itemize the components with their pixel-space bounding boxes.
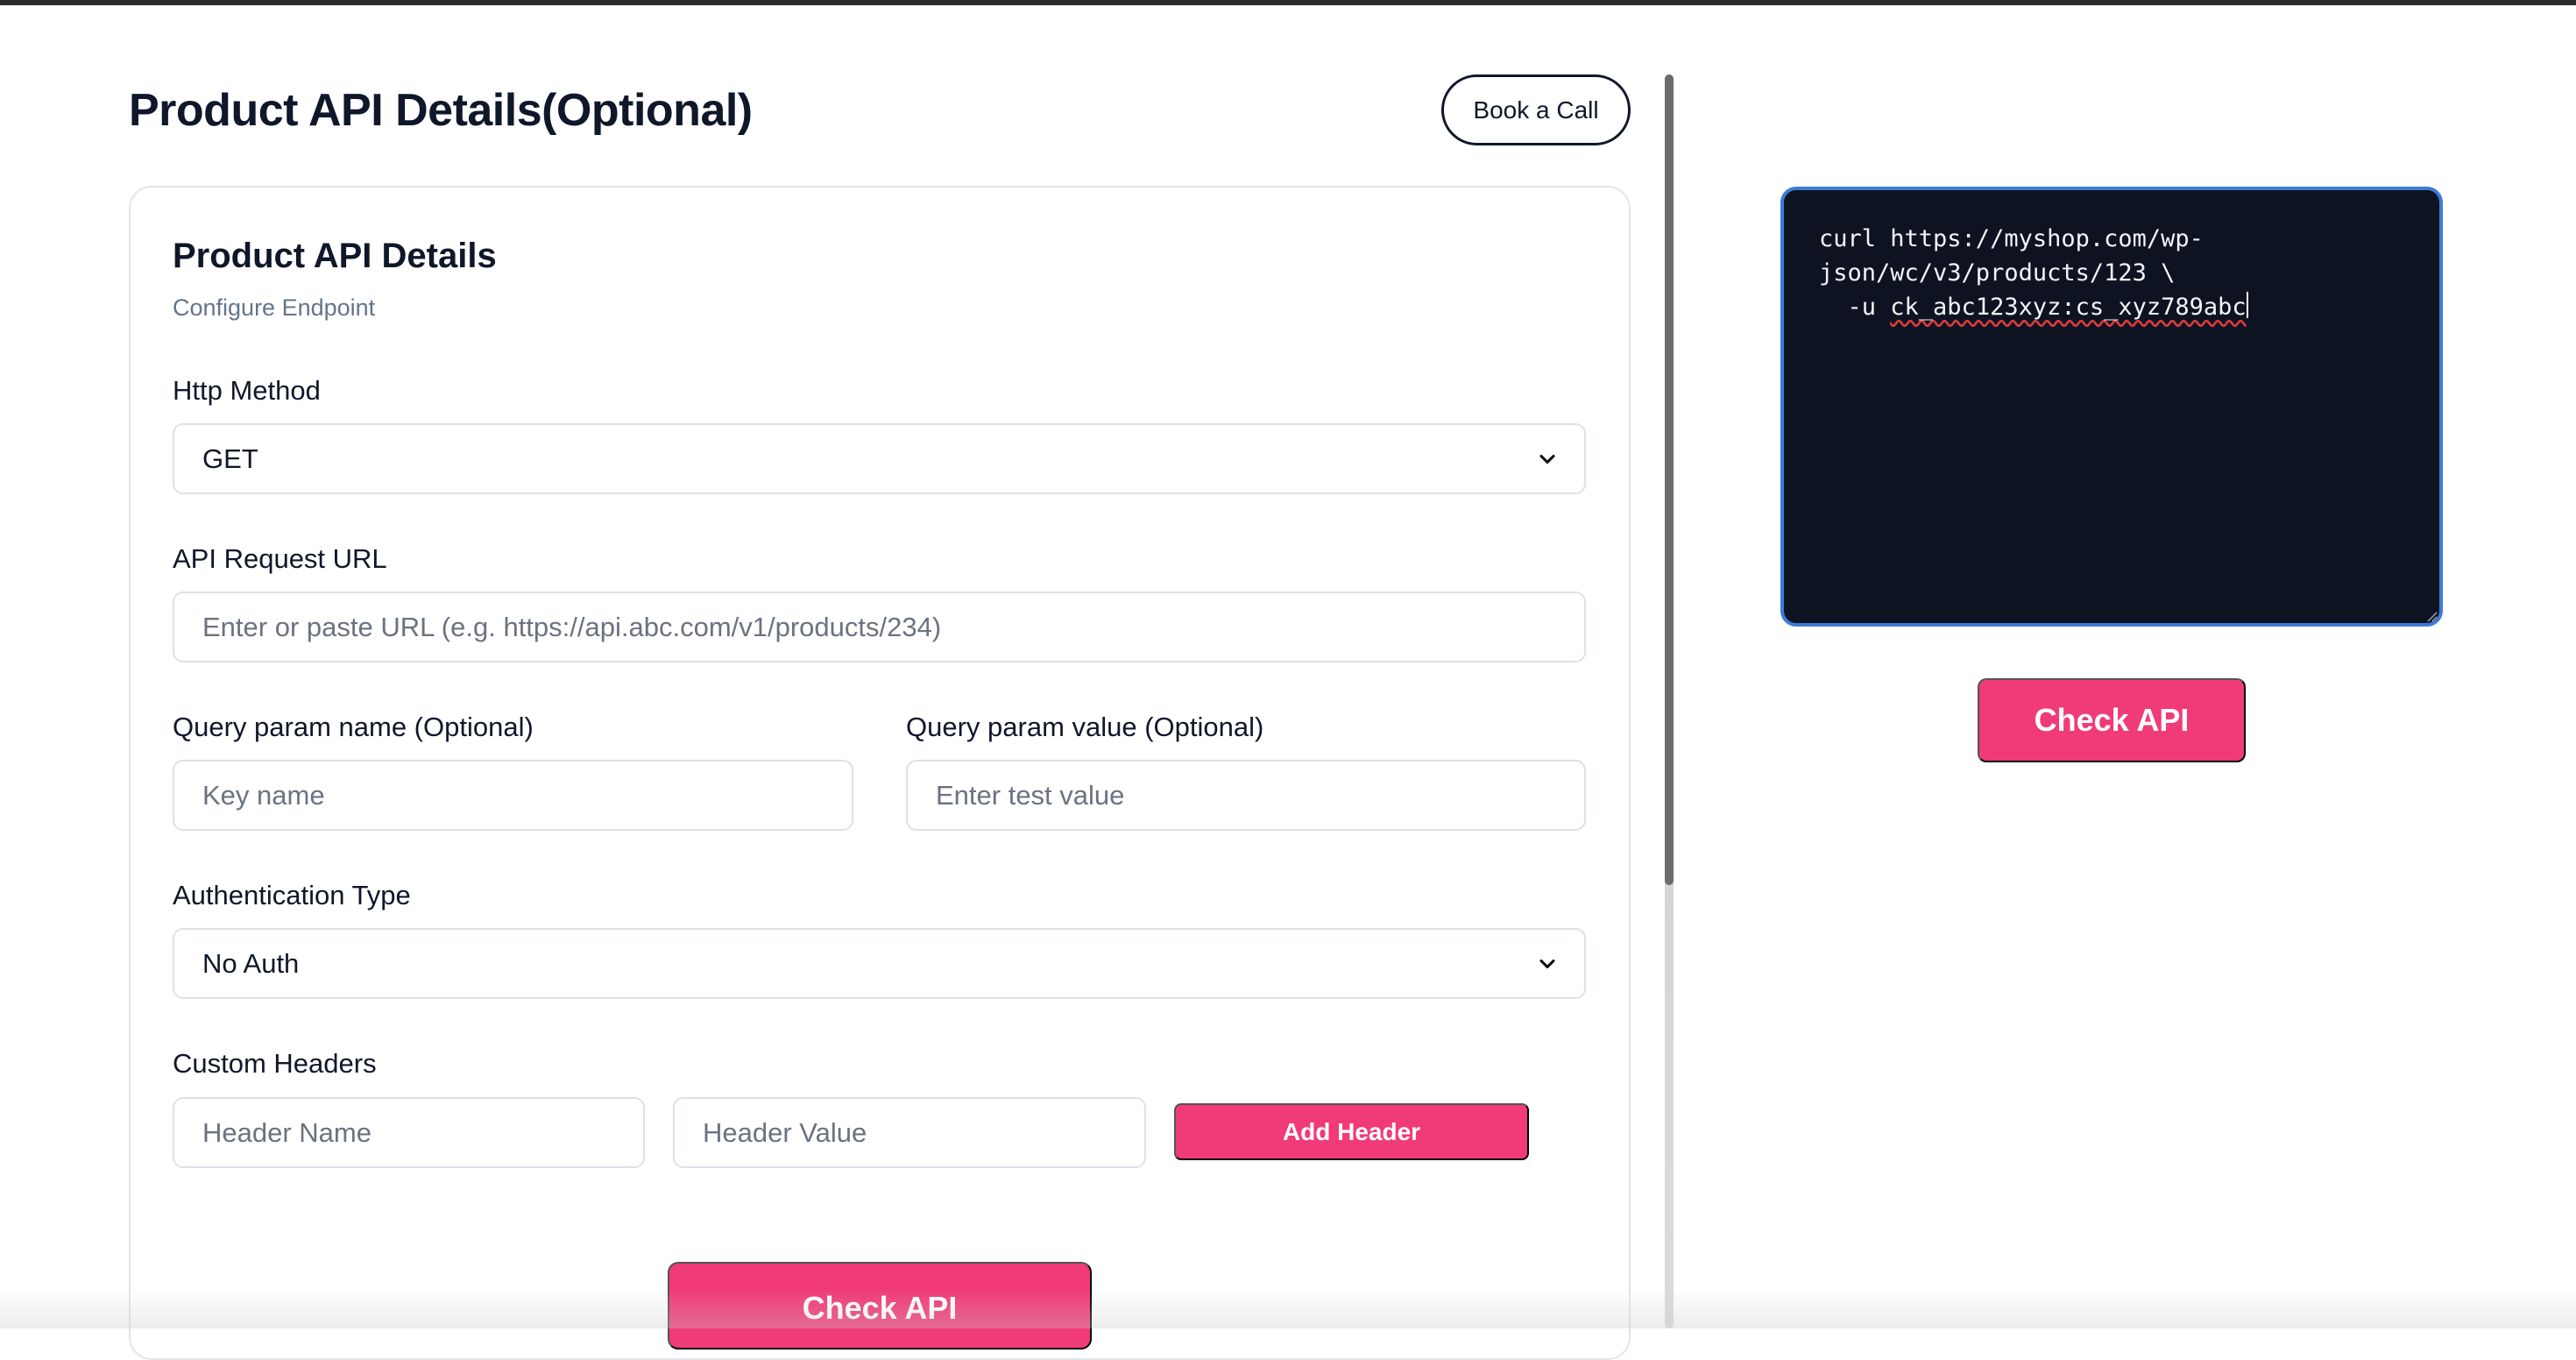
query-name-placeholder: Key name [202,779,325,811]
query-name-input[interactable]: Key name [173,760,853,831]
http-method-label: Http Method [173,375,321,406]
http-method-value: GET [202,443,258,474]
query-value-input[interactable]: Enter test value [906,760,1586,831]
http-method-select[interactable]: GET [173,423,1586,494]
chevron-down-icon [1539,959,1555,968]
card-title: Product API Details [173,237,497,275]
check-api-button[interactable]: Check API [668,1262,1092,1349]
check-api-side-button[interactable]: Check API [1978,678,2246,762]
curl-line-1: curl https://myshop.com/wp- [1819,225,2204,252]
header-name-input[interactable]: Header Name [173,1097,645,1168]
card-subtitle: Configure Endpoint [173,294,376,321]
header-name-placeholder: Header Name [202,1116,372,1148]
header-value-placeholder: Header Value [703,1116,867,1148]
request-url-label: API Request URL [173,543,387,574]
auth-type-select[interactable]: No Auth [173,928,1586,999]
auth-type-label: Authentication Type [173,880,411,910]
add-header-button[interactable]: Add Header [1174,1103,1529,1160]
book-call-button[interactable]: Book a Call [1441,74,1631,145]
scrollbar-thumb[interactable] [1665,74,1674,885]
chevron-down-icon [1539,454,1555,464]
custom-headers-label: Custom Headers [173,1048,377,1079]
curl-credentials-token: ck_abc123xyz:cs_xyz789abc [1890,294,2247,321]
curl-line-3-prefix: -u [1819,294,1891,321]
text-caret [2246,292,2248,318]
header-value-input[interactable]: Header Value [673,1097,1146,1168]
resize-handle-icon[interactable] [2424,608,2438,622]
query-value-label: Query param value (Optional) [906,712,1264,742]
request-url-input[interactable]: Enter or paste URL (e.g. https://api.abc… [173,591,1586,662]
auth-type-value: No Auth [202,947,300,979]
page-title: Product API Details(Optional) [129,85,753,136]
curl-command-textarea[interactable]: curl https://myshop.com/wp- json/wc/v3/p… [1780,187,2443,627]
query-name-label: Query param name (Optional) [173,712,534,742]
request-url-placeholder: Enter or paste URL (e.g. https://api.abc… [202,611,942,642]
window-top-bar [0,0,2576,5]
curl-line-2: json/wc/v3/products/123 \ [1819,259,2176,287]
query-value-placeholder: Enter test value [936,779,1125,811]
